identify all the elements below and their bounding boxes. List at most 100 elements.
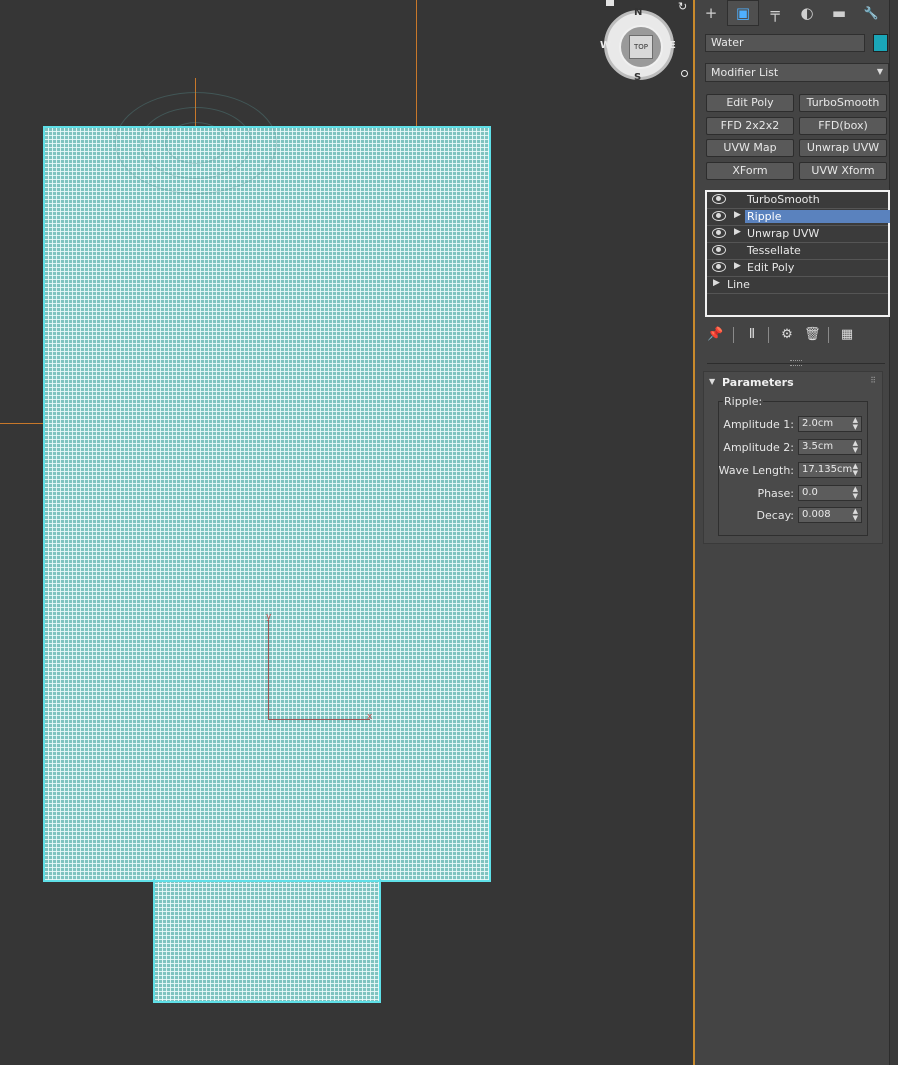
amplitude-1-spinner[interactable]: 2.0cm ▲ ▼ <box>798 416 862 432</box>
eye-icon[interactable] <box>712 228 726 238</box>
gizmo-y-axis[interactable] <box>268 620 269 720</box>
show-end-result-icon[interactable]: Ⅱ <box>744 327 760 343</box>
spinner-arrows-icon[interactable]: ▲ ▼ <box>853 440 858 454</box>
separator-grip-icon[interactable] <box>790 360 802 366</box>
stack-item-label: TurboSmooth <box>747 193 820 206</box>
modify-icon: ▣ <box>735 4 751 22</box>
eye-icon[interactable] <box>712 262 726 272</box>
stack-item-edit-poly[interactable]: ▶ Edit Poly <box>707 260 888 277</box>
eye-icon[interactable] <box>712 211 726 221</box>
phase-row: Phase: 0.0 ▲ ▼ <box>704 485 864 503</box>
stack-item-label: Line <box>727 278 750 291</box>
object-name-field[interactable]: Water <box>705 34 865 52</box>
toolbar-divider <box>733 327 734 343</box>
gizmo-y-label: y <box>266 612 272 622</box>
gizmo-x-axis[interactable] <box>268 719 370 720</box>
viewcube-top-face[interactable]: TOP <box>629 35 653 59</box>
ffd-2x2x2-button[interactable]: FFD 2x2x2 <box>706 117 794 135</box>
home-icon[interactable] <box>606 0 614 6</box>
viewcube[interactable]: TOP <box>604 10 674 80</box>
stack-item-label: Edit Poly <box>747 261 795 274</box>
amplitude-1-row: Amplitude 1: 2.0cm ▲ ▼ <box>704 416 864 434</box>
toolbar-divider <box>768 327 769 343</box>
ripple-group-title: Ripple: <box>723 395 764 408</box>
stack-toolbar: 📌 Ⅱ ⚙ 🗑 ▦ <box>705 325 865 345</box>
stack-item-tessellate[interactable]: Tessellate <box>707 243 888 260</box>
edit-poly-button[interactable]: Edit Poly <box>706 94 794 112</box>
amplitude-2-label: Amplitude 2: <box>723 441 794 454</box>
modifier-list-dropdown[interactable]: Modifier List ▼ <box>705 63 889 82</box>
modifier-list-label: Modifier List <box>711 66 779 79</box>
make-unique-icon[interactable]: ⚙ <box>779 327 795 343</box>
stack-item-unwrap-uvw[interactable]: ▶ Unwrap UVW <box>707 226 888 243</box>
compass-east[interactable]: E <box>669 40 676 51</box>
decay-value: 0.008 <box>802 509 831 520</box>
expand-arrow-icon[interactable]: ▶ <box>734 210 741 220</box>
modify-tab[interactable]: ▣ <box>727 0 759 26</box>
utilities-tab[interactable]: 🔧 <box>855 0 887 26</box>
rotate-icon[interactable]: ↻ <box>678 0 687 13</box>
wave-length-spinner[interactable]: 17.135cm ▲ ▼ <box>798 462 862 478</box>
unwrap-uvw-button[interactable]: Unwrap UVW <box>799 139 887 157</box>
expand-arrow-icon[interactable]: ▶ <box>734 227 741 237</box>
compass-north[interactable]: N <box>634 7 642 18</box>
collapse-arrow-icon[interactable]: ▼ <box>709 377 715 386</box>
spinner-arrows-icon[interactable]: ▲ ▼ <box>853 508 858 522</box>
motion-tab[interactable]: ◐ <box>791 0 823 26</box>
phase-label: Phase: <box>757 487 794 500</box>
rollout-grip-icon[interactable]: ⠿ <box>870 376 876 385</box>
parameters-rollout: ▼ Parameters ⠿ Ripple: Amplitude 1: 2.0c… <box>703 371 883 544</box>
ffd-box-button[interactable]: FFD(box) <box>799 117 887 135</box>
xform-button[interactable]: XForm <box>706 162 794 180</box>
spinner-arrows-icon[interactable]: ▲ ▼ <box>853 463 858 477</box>
decay-row: Decay: 0.008 ▲ ▼ <box>704 507 864 525</box>
decay-label: Decay: <box>756 509 794 522</box>
phase-spinner[interactable]: 0.0 ▲ ▼ <box>798 485 862 501</box>
top-viewport[interactable]: y x TOP N S W E ↻ <box>0 0 693 1065</box>
eye-icon[interactable] <box>712 245 726 255</box>
expand-arrow-icon[interactable]: ▶ <box>713 278 720 288</box>
amplitude-2-row: Amplitude 2: 3.5cm ▲ ▼ <box>704 439 864 457</box>
stack-item-ripple[interactable]: ▶ Ripple <box>707 209 890 226</box>
stack-item-turbosmooth[interactable]: TurboSmooth <box>707 192 888 209</box>
modifier-stack[interactable]: TurboSmooth ▶ Ripple ▶ Unwrap UVW Tessel… <box>705 190 890 317</box>
compass-west[interactable]: W <box>600 40 611 51</box>
amplitude-2-value: 3.5cm <box>802 441 834 452</box>
spinner-arrows-icon[interactable]: ▲ ▼ <box>853 486 858 500</box>
spinner-arrows-icon[interactable]: ▲ ▼ <box>853 417 858 431</box>
object-color-swatch[interactable] <box>873 34 888 52</box>
water-mesh-main[interactable] <box>44 127 490 881</box>
panel-scroll-strip[interactable] <box>889 0 898 1065</box>
delete-icon[interactable]: 🗑 <box>804 327 821 343</box>
expand-arrow-icon[interactable]: ▶ <box>734 261 741 271</box>
viewcube-ring[interactable]: TOP <box>619 25 663 69</box>
amplitude-1-label: Amplitude 1: <box>723 418 794 431</box>
gizmo-x-label: x <box>367 712 373 722</box>
water-mesh-tab[interactable] <box>154 879 380 1002</box>
rollout-title[interactable]: Parameters <box>722 376 794 389</box>
plus-icon: + <box>704 4 718 22</box>
phase-value: 0.0 <box>802 487 818 498</box>
uvw-map-button[interactable]: UVW Map <box>706 139 794 157</box>
display-tab[interactable]: ▬ <box>823 0 855 26</box>
toolbar-divider <box>828 327 829 343</box>
hierarchy-tab[interactable]: ╤ <box>759 0 791 26</box>
compass-south[interactable]: S <box>634 72 641 83</box>
decay-spinner[interactable]: 0.008 ▲ ▼ <box>798 507 862 523</box>
wave-length-row: Wave Length: 17.135cm ▲ ▼ <box>704 462 864 480</box>
uvw-xform-button[interactable]: UVW Xform <box>799 162 887 180</box>
stack-item-line[interactable]: ▶ Line <box>707 277 888 294</box>
command-panel-tabs: + ▣ ╤ ◐ ▬ 🔧 <box>695 0 898 28</box>
viewcube-menu-icon[interactable] <box>681 70 688 77</box>
stack-item-label: Unwrap UVW <box>747 227 820 240</box>
configure-icon[interactable]: ▦ <box>839 327 855 343</box>
turbosmooth-button[interactable]: TurboSmooth <box>799 94 887 112</box>
hierarchy-icon: ╤ <box>770 4 780 22</box>
chevron-down-icon: ▼ <box>876 67 883 76</box>
amplitude-2-spinner[interactable]: 3.5cm ▲ ▼ <box>798 439 862 455</box>
eye-icon[interactable] <box>712 194 726 204</box>
pin-icon[interactable]: 📌 <box>707 327 723 343</box>
create-tab[interactable]: + <box>695 0 727 26</box>
display-icon: ▬ <box>831 4 847 22</box>
wrench-icon: 🔧 <box>863 6 879 20</box>
